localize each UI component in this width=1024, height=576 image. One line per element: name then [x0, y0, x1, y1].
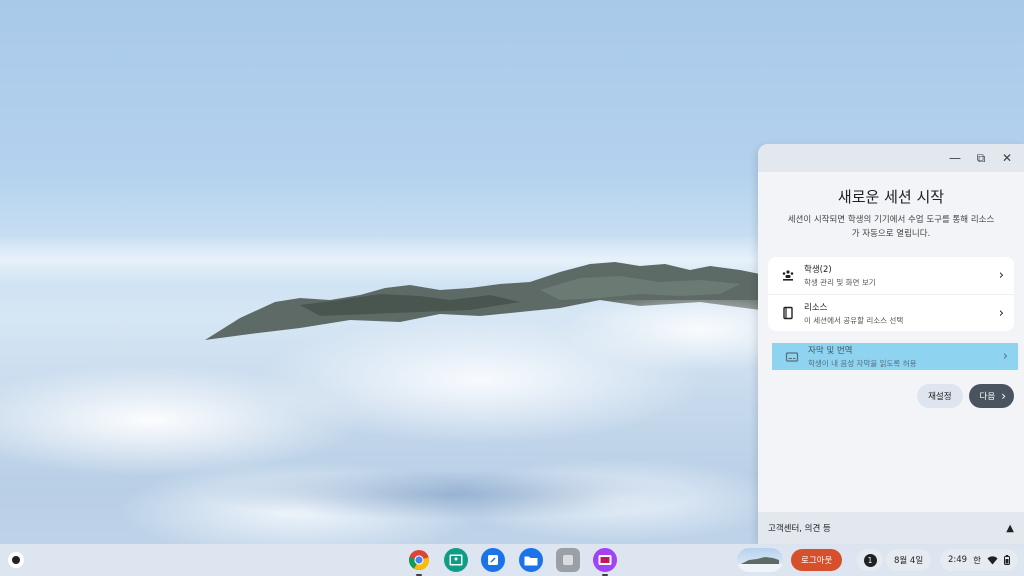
- wallpaper-cloud-shadow: [200, 470, 700, 520]
- captions-title: 자막 및 번역: [808, 346, 853, 356]
- class-tools-app[interactable]: [593, 548, 617, 576]
- date-tray[interactable]: 8월 4일: [886, 549, 932, 571]
- logout-label: 로그아웃: [801, 556, 833, 566]
- students-title: 학생(2): [804, 265, 832, 275]
- docs-app[interactable]: [481, 548, 505, 572]
- notification-counter[interactable]: 1: [857, 549, 883, 571]
- reset-label: 재설정: [928, 392, 952, 402]
- restore-icon: ⧉: [976, 150, 986, 165]
- resources-description: 이 세션에서 공유할 리소스 선택: [804, 315, 904, 325]
- book-icon: [778, 303, 798, 323]
- help-feedback-footer[interactable]: 고객센터, 의견 등 ▲: [758, 512, 1024, 544]
- panel-subtitle: 세션이 시작되면 학생의 기기에서 수업 도구를 통해 리소스가 자동으로 열립…: [787, 215, 995, 239]
- chevron-right-icon: ›: [1002, 349, 1008, 364]
- screen-preview-thumbnail[interactable]: [737, 548, 783, 572]
- resources-title: 리소스: [804, 302, 828, 313]
- next-button[interactable]: 다음 ›: [968, 384, 1014, 408]
- captions-row[interactable]: 자막 및 번역 학생이 내 음성 자막을 읽도록 허용 ›: [772, 343, 1018, 370]
- preview-image: [737, 557, 783, 572]
- gray-app[interactable]: [556, 548, 580, 572]
- chevron-right-icon: ›: [998, 305, 1004, 321]
- captions-icon: [782, 347, 802, 367]
- date-label: 8월 4일: [894, 556, 924, 566]
- restore-button[interactable]: ⧉: [970, 147, 992, 169]
- students-icon: [778, 266, 798, 286]
- close-icon: ✕: [1001, 151, 1013, 165]
- class-tools-icon: [598, 555, 612, 565]
- edit-app-icon: [488, 555, 498, 565]
- captions-description: 학생이 내 음성 자막을 읽도록 허용: [808, 359, 917, 368]
- chevron-up-icon: ▲: [1006, 522, 1014, 534]
- files-icon: [524, 556, 538, 565]
- launcher-icon: [12, 556, 20, 564]
- ime-label: 한: [973, 556, 981, 566]
- time-label: 2:49: [948, 555, 968, 565]
- classroom-icon: [449, 554, 463, 566]
- students-row[interactable]: 학생(2) 학생 관리 및 화면 보기 ›: [768, 257, 1014, 294]
- battery-icon: [1003, 555, 1010, 565]
- resources-row[interactable]: 리소스 이 세션에서 공유할 리소스 선택 ›: [768, 294, 1014, 331]
- reset-button[interactable]: 재설정: [917, 384, 963, 408]
- chevron-right-icon: ›: [1001, 389, 1006, 403]
- chrome-app[interactable]: [407, 548, 431, 576]
- notification-count: 1: [863, 553, 877, 567]
- minimize-button[interactable]: —: [944, 147, 966, 169]
- close-button[interactable]: ✕: [996, 147, 1018, 169]
- chevron-right-icon: ›: [998, 268, 1004, 283]
- chrome-icon: [408, 550, 430, 571]
- action-buttons: 재설정 다음 ›: [768, 384, 1014, 408]
- next-label: 다음: [979, 392, 996, 402]
- panel-titlebar: — ⧉ ✕: [758, 144, 1024, 172]
- wifi-icon: [987, 555, 998, 564]
- files-app[interactable]: [519, 548, 543, 572]
- help-feedback-label: 고객센터, 의견 등: [768, 524, 831, 534]
- classroom-app[interactable]: [444, 548, 468, 572]
- class-tools-panel: — ⧉ ✕ 새로운 세션 시작 세션이 시작되면 학생의 기기에서 수업 도구를…: [758, 144, 1024, 544]
- launcher-button[interactable]: [8, 552, 24, 568]
- session-options-card: 학생(2) 학생 관리 및 화면 보기 › 리소스 이 세션에서 공유할 리소스…: [768, 257, 1014, 331]
- panel-title: 새로운 세션 시작: [837, 188, 945, 206]
- app-icon: [563, 555, 573, 565]
- logout-button[interactable]: 로그아웃: [791, 549, 843, 571]
- status-tray[interactable]: 2:49 한: [940, 549, 1018, 571]
- minimize-icon: —: [949, 151, 961, 165]
- students-description: 학생 관리 및 화면 보기: [804, 278, 876, 287]
